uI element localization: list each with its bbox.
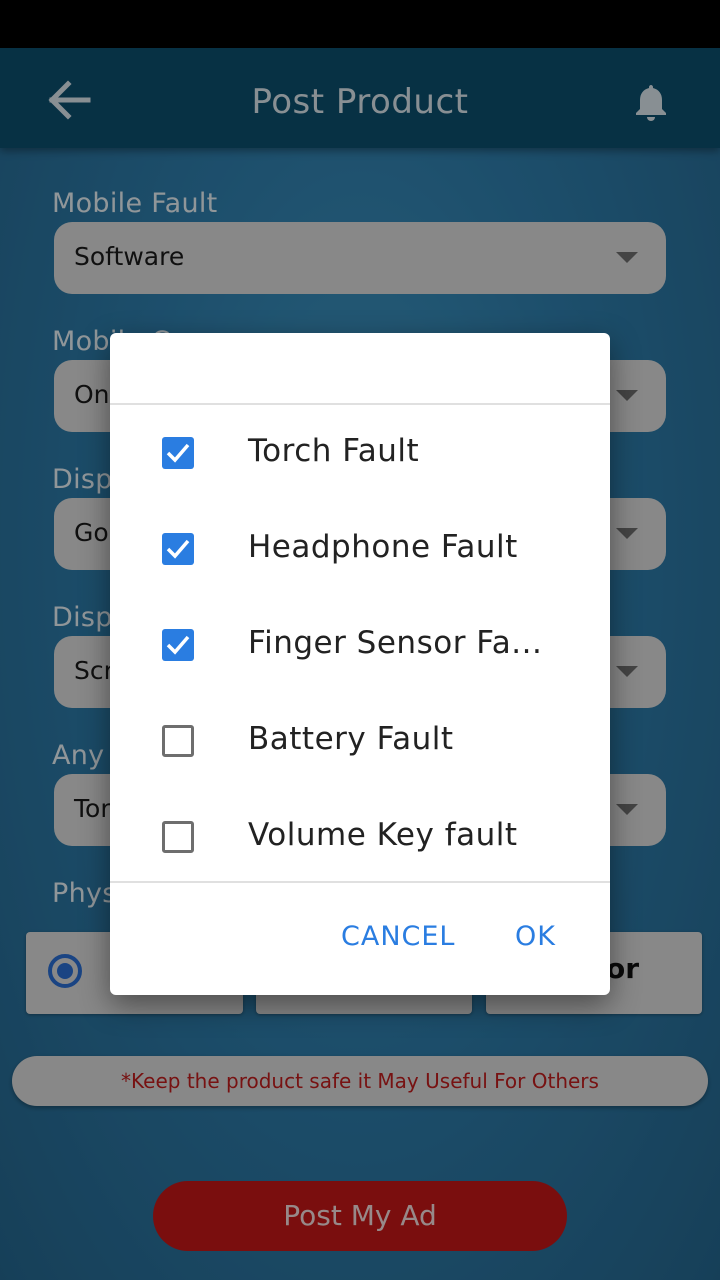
- dialog-item-label: Volume Key fault: [248, 817, 518, 853]
- dialog-item-headphone-fault[interactable]: Headphone Fault: [110, 501, 610, 597]
- dialog-item-finger-sensor-fault[interactable]: Finger Sensor Fa...: [110, 597, 610, 693]
- dialog-item-torch-fault[interactable]: Torch Fault: [110, 405, 610, 501]
- checkbox-checked-icon[interactable]: [162, 437, 194, 469]
- dialog-item-label: Battery Fault: [248, 721, 454, 757]
- checkbox-checked-icon[interactable]: [162, 533, 194, 565]
- checkbox-checked-icon[interactable]: [162, 629, 194, 661]
- dialog-item-label: Torch Fault: [248, 433, 420, 469]
- checkbox-unchecked-icon[interactable]: [162, 821, 194, 853]
- cancel-button[interactable]: CANCEL: [341, 921, 455, 952]
- multi-select-dialog: Torch Fault Headphone Fault Finger Senso…: [110, 333, 610, 995]
- checkbox-unchecked-icon[interactable]: [162, 725, 194, 757]
- dialog-item-label: Headphone Fault: [248, 529, 518, 565]
- dialog-item-battery-fault[interactable]: Battery Fault: [110, 693, 610, 789]
- dialog-item-label: Finger Sensor Fa...: [248, 625, 543, 661]
- ok-button[interactable]: OK: [515, 921, 556, 952]
- dialog-item-volume-key-fault[interactable]: Volume Key fault: [110, 789, 610, 885]
- dialog-bottom-divider: [110, 881, 610, 883]
